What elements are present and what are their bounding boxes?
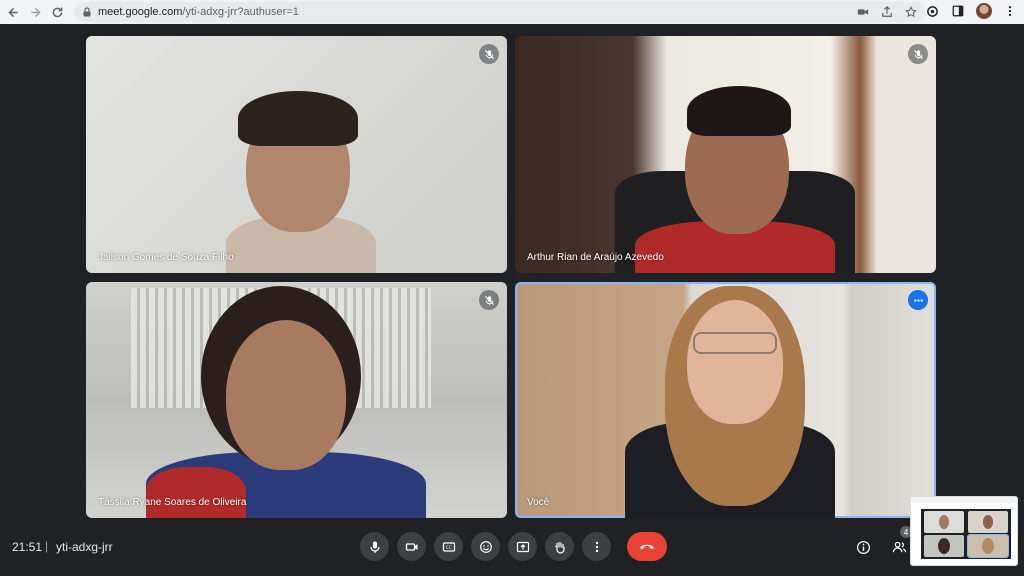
screen-preview-thumbnail[interactable] bbox=[910, 496, 1018, 566]
meeting-details-icon[interactable] bbox=[852, 536, 874, 558]
browser-menu-icon[interactable] bbox=[1002, 3, 1018, 19]
raise-hand-button[interactable] bbox=[545, 532, 574, 561]
present-icon bbox=[516, 541, 529, 552]
participant-name: Tássila Ryane Soares de Oliveira bbox=[98, 497, 247, 508]
preview-tile bbox=[968, 511, 1008, 533]
reload-icon[interactable] bbox=[46, 1, 68, 23]
emoji-button[interactable] bbox=[471, 532, 500, 561]
camera-icon bbox=[405, 542, 417, 551]
bookmark-star-icon[interactable] bbox=[904, 5, 918, 19]
participant-tile[interactable]: Arthur Rian de Araújo Azevedo bbox=[515, 36, 936, 273]
participant-tile[interactable]: Jailson Gomes de Souza Filho bbox=[86, 36, 507, 273]
participant-tile[interactable]: Tássila Ryane Soares de Oliveira bbox=[86, 282, 507, 518]
preview-tile bbox=[924, 511, 964, 533]
forward-icon[interactable] bbox=[24, 1, 46, 23]
raise-hand-icon bbox=[554, 541, 565, 554]
back-icon[interactable] bbox=[2, 1, 24, 23]
self-tile[interactable]: Você bbox=[515, 282, 936, 518]
meeting-code: yti-adxg-jrr bbox=[56, 540, 113, 554]
participant-name: Você bbox=[527, 497, 550, 508]
preview-tile bbox=[924, 535, 964, 557]
camera-permission-icon[interactable] bbox=[856, 5, 870, 19]
browser-toolbar: meet.google.com/yti-adxg-jrr?authuser=1 bbox=[0, 0, 1024, 24]
mic-off-icon bbox=[908, 44, 928, 64]
mic-off-icon bbox=[479, 44, 499, 64]
profile-avatar[interactable] bbox=[976, 3, 992, 19]
more-options-icon[interactable] bbox=[908, 290, 928, 310]
side-panel-icon[interactable] bbox=[950, 3, 966, 19]
mic-off-icon bbox=[479, 290, 499, 310]
more-options-icon bbox=[595, 541, 598, 552]
captions-icon: CC bbox=[442, 541, 455, 552]
address-bar[interactable]: meet.google.com/yti-adxg-jrr?authuser=1 bbox=[74, 2, 926, 22]
svg-text:CC: CC bbox=[445, 545, 451, 551]
end-call-icon bbox=[639, 544, 655, 550]
microphone-icon bbox=[369, 541, 380, 553]
preview-toolbar bbox=[911, 497, 1017, 503]
microphone-button[interactable] bbox=[360, 532, 389, 561]
separator: | bbox=[45, 539, 49, 553]
participant-name: Jailson Gomes de Souza Filho bbox=[98, 252, 234, 263]
lock-icon bbox=[83, 7, 91, 17]
more-options-button[interactable] bbox=[582, 532, 611, 561]
url-path: /yti-adxg-jrr?authuser=1 bbox=[182, 6, 299, 18]
meeting-clock: 21:51 bbox=[12, 540, 43, 554]
preview-tile bbox=[967, 534, 1009, 558]
emoji-icon bbox=[479, 540, 492, 553]
share-icon[interactable] bbox=[880, 5, 894, 19]
leave-call-button[interactable] bbox=[627, 532, 667, 561]
meeting-controls-bar: 21:51 | yti-adxg-jrr CC 4 bbox=[0, 522, 1024, 576]
people-icon[interactable] bbox=[888, 536, 910, 558]
captions-button[interactable]: CC bbox=[434, 532, 463, 561]
camera-button[interactable] bbox=[397, 532, 426, 561]
present-button[interactable] bbox=[508, 532, 537, 561]
preview-grid bbox=[921, 509, 1011, 559]
extension-icon[interactable] bbox=[924, 3, 940, 19]
participant-name: Arthur Rian de Araújo Azevedo bbox=[527, 252, 664, 263]
url-host: meet.google.com bbox=[98, 6, 183, 18]
